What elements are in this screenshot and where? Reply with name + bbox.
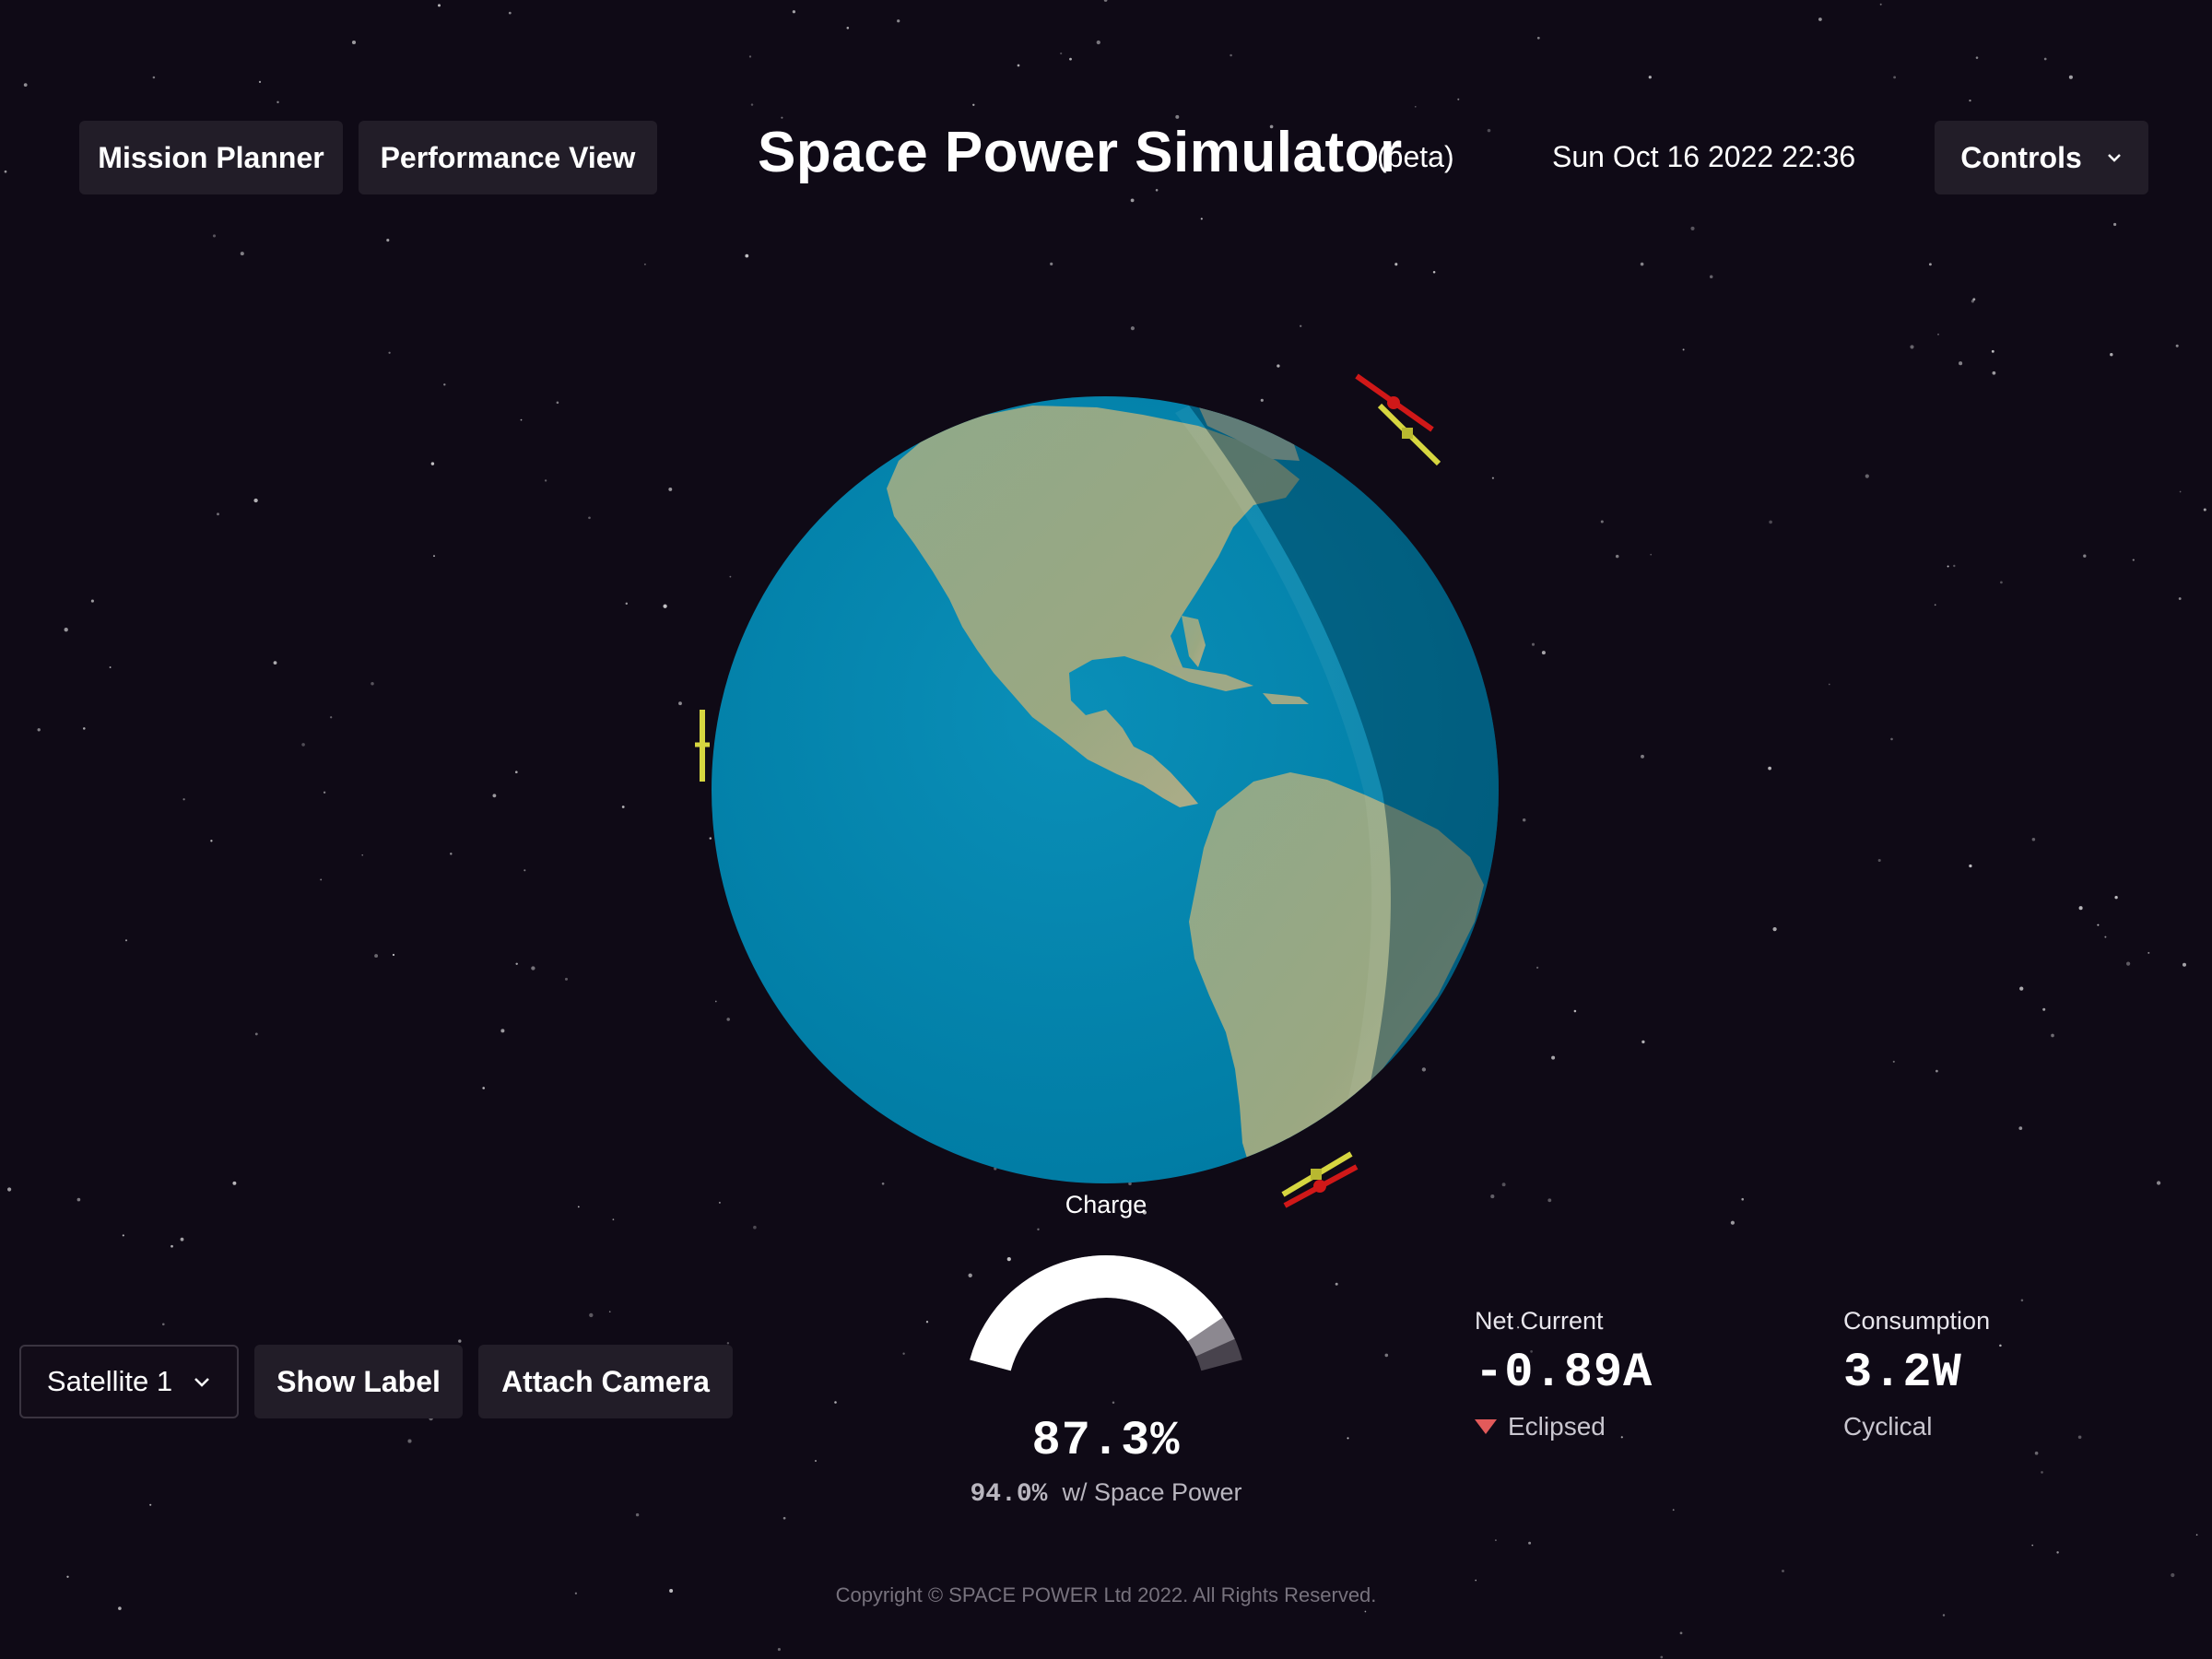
mission-planner-label: Mission Planner — [98, 140, 324, 174]
chevron-down-icon — [193, 1376, 211, 1388]
attach-camera-text: Attach Camera — [501, 1364, 710, 1398]
earth-globe[interactable] — [712, 276, 1567, 1290]
space-power-value: 94.0% — [970, 1480, 1048, 1509]
satellite-left[interactable] — [695, 710, 710, 782]
triangle-down-icon — [1475, 1419, 1497, 1434]
performance-view-label: Performance View — [380, 140, 636, 174]
net-current-status: Eclipsed — [1475, 1412, 1606, 1441]
consumption-value: 3.2W — [1843, 1346, 1962, 1400]
charge-gauge — [970, 1255, 1242, 1371]
show-label-text: Show Label — [276, 1364, 441, 1398]
space-power-label: w/ Space Power — [1062, 1478, 1242, 1506]
consumption-status: Cyclical — [1843, 1412, 1933, 1441]
beta-tag: (beta) — [1377, 140, 1454, 173]
attach-camera-button[interactable]: Attach Camera — [478, 1345, 733, 1418]
space-power-row: 94.0% w/ Space Power — [959, 1478, 1253, 1509]
copyright-footer: Copyright © SPACE POWER Ltd 2022. All Ri… — [835, 1583, 1377, 1606]
mission-planner-button[interactable]: Mission Planner — [79, 121, 343, 194]
controls-label: Controls — [1960, 140, 2082, 174]
charge-label: Charge — [1065, 1191, 1147, 1218]
charge-value: 87.3% — [1031, 1414, 1181, 1468]
simulation-datetime: Sun Oct 16 2022 22:36 — [1552, 140, 1856, 173]
net-current-status-text: Eclipsed — [1508, 1412, 1606, 1441]
net-current-label: Net Current — [1475, 1307, 1604, 1335]
satellite-select[interactable]: Satellite 1 — [19, 1345, 239, 1418]
show-label-button[interactable]: Show Label — [254, 1345, 463, 1418]
satellite-top-right[interactable] — [1355, 373, 1441, 466]
charge-gauge-fill — [970, 1255, 1223, 1371]
controls-dropdown-button[interactable]: Controls — [1935, 121, 2148, 194]
app-title: Space Power Simulator — [758, 121, 1403, 184]
chevron-down-icon — [2106, 152, 2123, 163]
satellite-bottom-right[interactable] — [1281, 1151, 1359, 1208]
performance-view-button[interactable]: Performance View — [359, 121, 657, 194]
simulator-viewport[interactable]: Mission Planner Performance View Space P… — [0, 0, 2212, 1659]
consumption-label: Consumption — [1843, 1307, 1991, 1335]
satellite-select-value: Satellite 1 — [46, 1365, 173, 1397]
net-current-value: -0.89A — [1475, 1346, 1653, 1400]
